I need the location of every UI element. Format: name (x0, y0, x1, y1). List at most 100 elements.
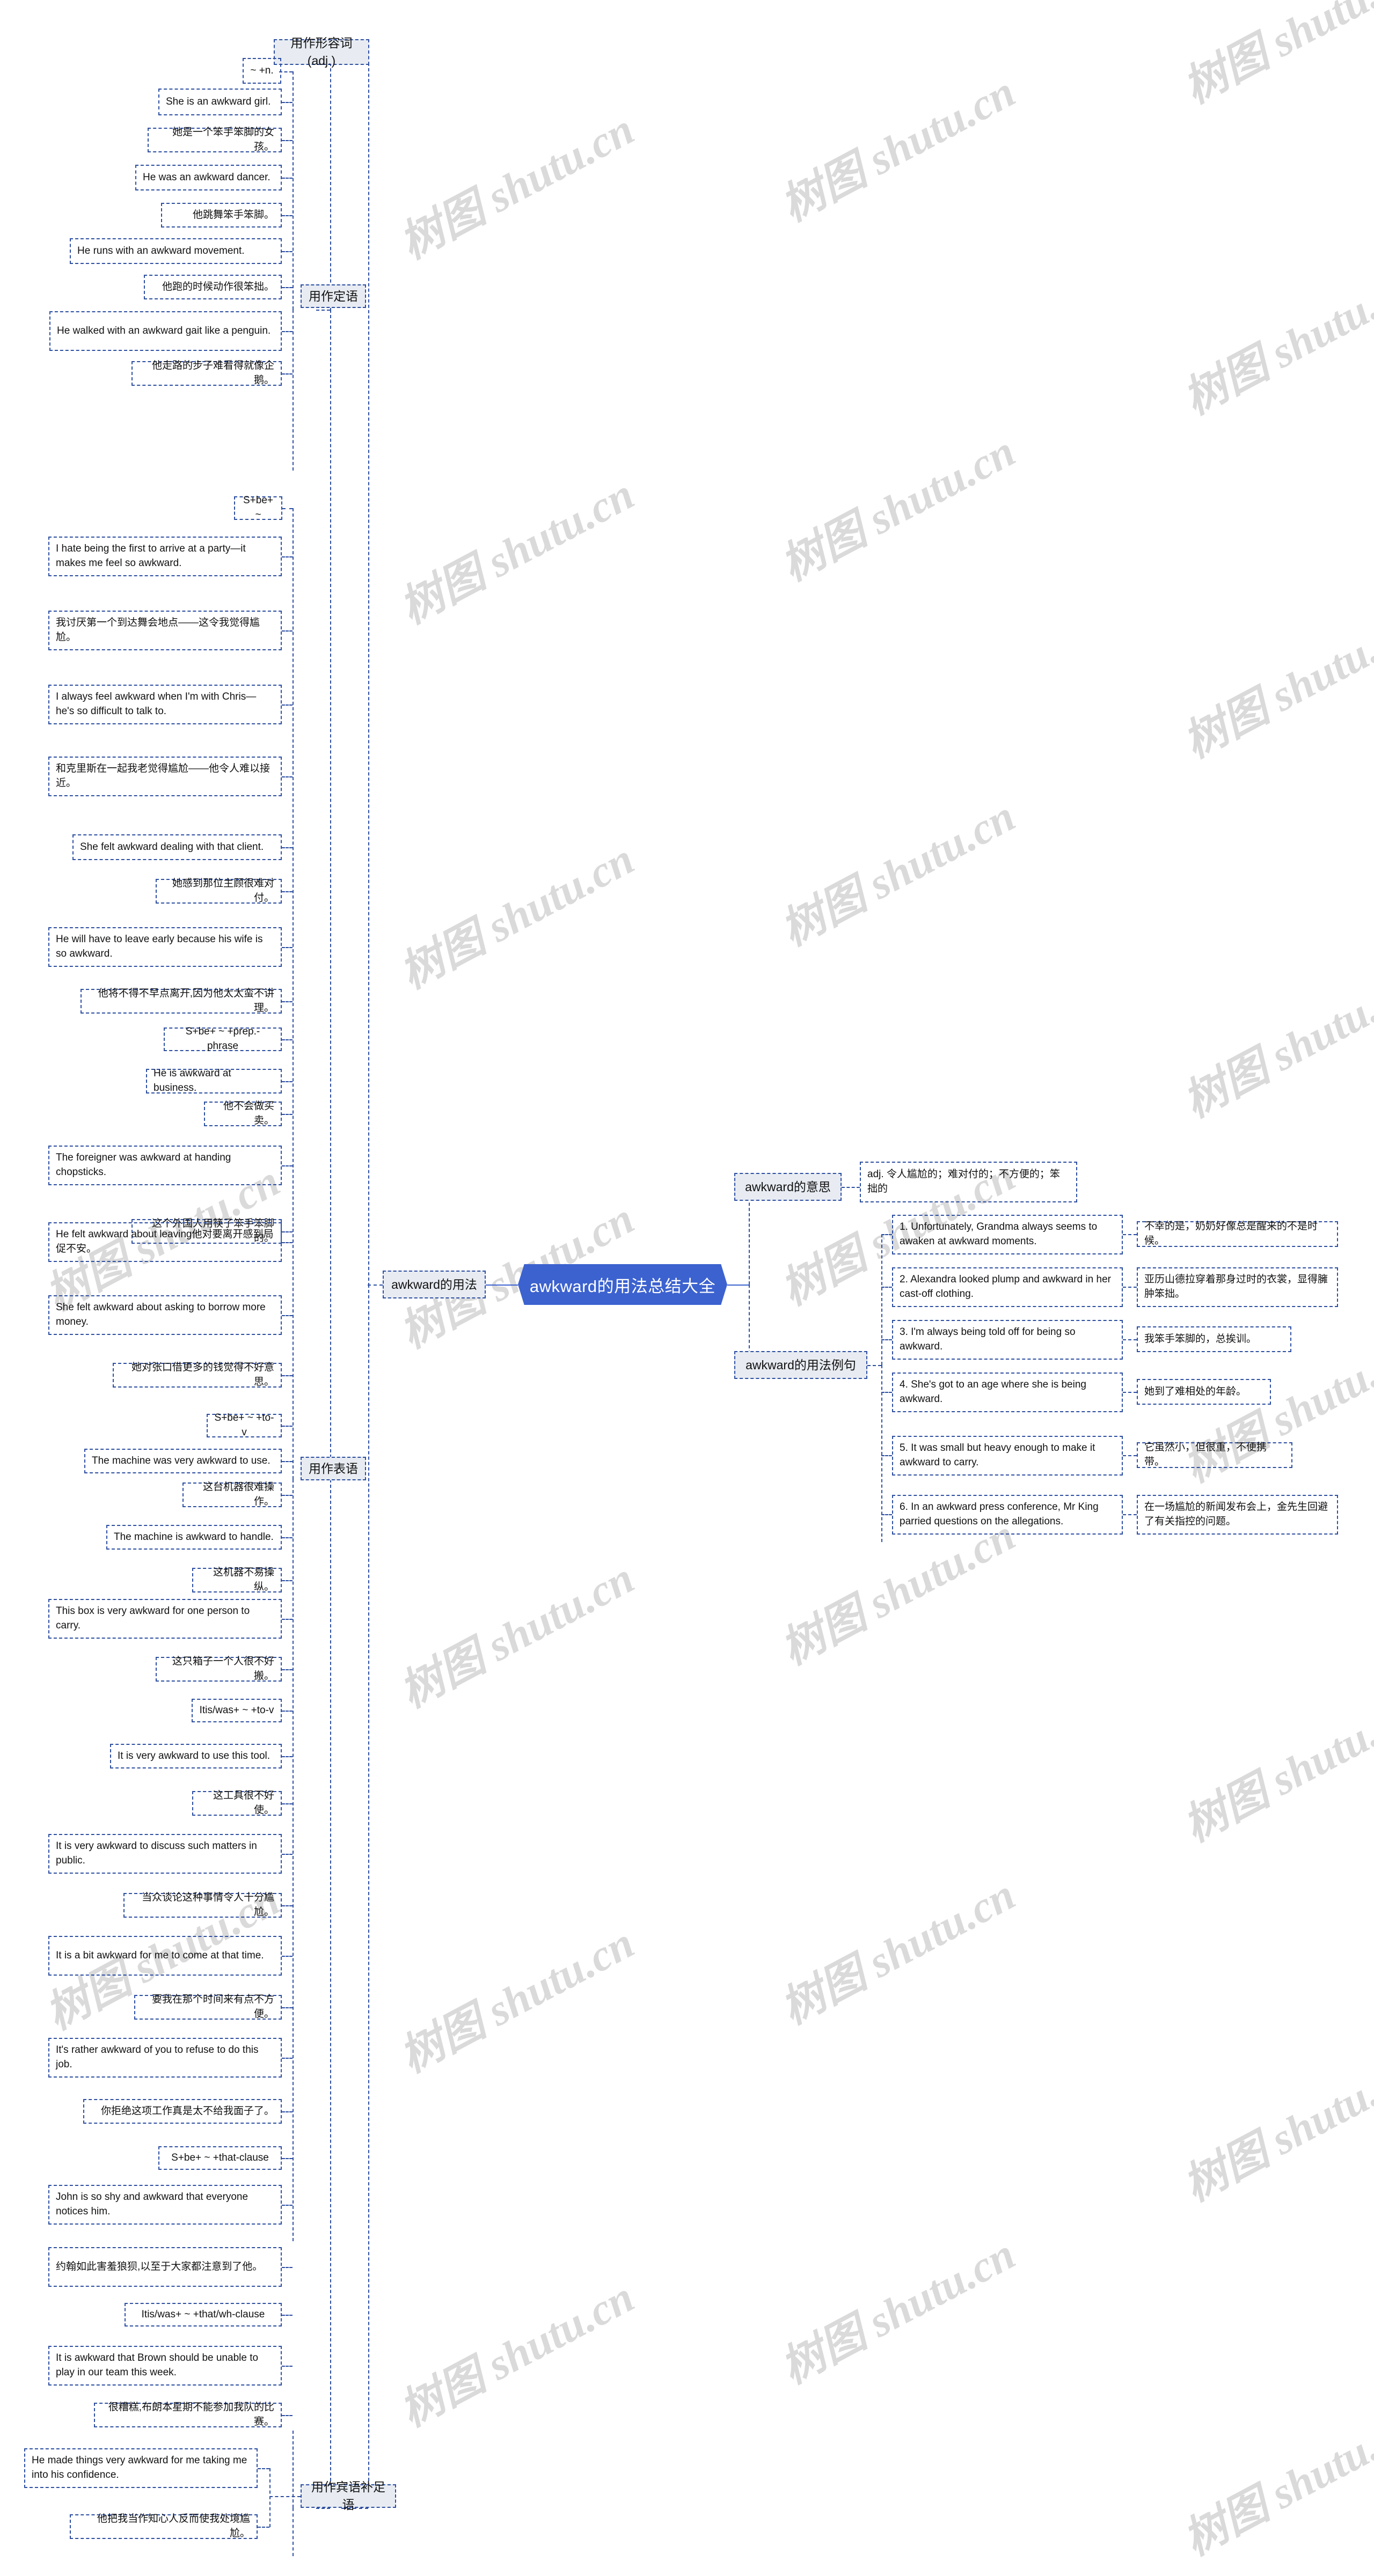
node-sentence-en[interactable]: This box is very awkward for one person … (48, 1599, 282, 1639)
watermark: 树图 shutu.cn (773, 2229, 1023, 2393)
node-sentence-cn[interactable]: 当众谈论这种事情令人十分尴尬。 (123, 1892, 282, 1918)
node-usage-adj[interactable]: 用作形容词(adj.) (274, 36, 369, 68)
connector (282, 947, 293, 948)
node-example-cn[interactable]: 亚历山德拉穿着那身过时的衣裳，显得臃肿笨拙。 (1137, 1267, 1338, 1307)
watermark: 树图 shutu.cn (1175, 2046, 1374, 2211)
node-sentence-cn[interactable]: 要我在那个时间来有点不方便。 (134, 1994, 282, 2020)
node-sentence-en[interactable]: He walked with an awkward gait like a pe… (49, 311, 282, 351)
node-pattern-5[interactable]: Itis/was+ ~ +to-v (192, 1699, 282, 1722)
connector (881, 1234, 882, 1365)
connector (282, 1803, 293, 1804)
node-example-en[interactable]: 1. Unfortunately, Grandma always seems t… (892, 1215, 1123, 1254)
node-sentence-en[interactable]: It is very awkward to discuss such matte… (48, 1834, 282, 1874)
node-sentence-en[interactable]: John is so shy and awkward that everyone… (48, 2185, 282, 2225)
node-sentence-en[interactable]: He felt awkward about leaving他对要离开感到局促不安… (48, 1222, 282, 1262)
connector (293, 71, 294, 310)
node-example-cn[interactable]: 它虽然小，但很重，不便携带。 (1137, 1442, 1292, 1468)
node-sentence-cn[interactable]: 他将不得不早点离开,因为他太太蛮不讲理。 (81, 988, 282, 1014)
watermark: 树图 shutu.cn (392, 1553, 642, 1717)
node-sentence-en[interactable]: It is awkward that Brown should be unabl… (48, 2346, 282, 2386)
connector (1123, 1455, 1137, 1456)
node-example-cn[interactable]: 她到了难相处的年龄。 (1137, 1379, 1271, 1405)
node-example-en[interactable]: 4. She's got to an age where she is bein… (892, 1373, 1123, 1412)
connector (269, 2496, 301, 2497)
node-example-en[interactable]: 3. I'm always being told off for being s… (892, 1320, 1123, 1360)
connector (282, 508, 293, 509)
connector (269, 2468, 271, 2527)
node-sentence-en[interactable]: The machine was very awkward to use. (84, 1449, 282, 1473)
node-pattern-7[interactable]: Itis/was+ ~ +that/wh-clause (125, 2303, 282, 2327)
node-example-cn[interactable]: 我笨手笨脚的，总挨训。 (1137, 1326, 1291, 1352)
node-sentence-en[interactable]: I always feel awkward when I'm with Chri… (48, 685, 282, 724)
node-example-cn[interactable]: 在一场尴尬的新闻发布会上，金先生回避了有关指控的问题。 (1137, 1495, 1338, 1535)
node-sentence-en[interactable]: He was an awkward dancer. (135, 165, 282, 190)
node-sentence-en[interactable]: He will have to leave early because his … (48, 927, 282, 967)
node-example-cn[interactable]: 不幸的是，奶奶好像总是醒来的不是时候。 (1137, 1221, 1338, 1247)
node-sentence-en[interactable]: The foreigner was awkward at handing cho… (48, 1146, 282, 1185)
node-sentence-cn[interactable]: 你拒绝这项工作真是太不给我面子了。 (83, 2099, 282, 2124)
node-sentence-en[interactable]: It's rather awkward of you to refuse to … (48, 2038, 282, 2078)
root-node[interactable]: awkward的用法总结大全 (518, 1264, 727, 1305)
connector-root-left (486, 1285, 518, 1286)
node-sentence-en[interactable]: He runs with an awkward movement. (70, 238, 282, 264)
connector (1123, 1392, 1137, 1393)
node-usage-attributive[interactable]: 用作定语 (301, 284, 366, 308)
node-sentence-en[interactable]: It is a bit awkward for me to come at th… (48, 1936, 282, 1976)
node-usage-object-complement[interactable]: 用作宾语补足语 (301, 2480, 396, 2512)
node-sentence-en[interactable]: It is very awkward to use this tool. (110, 1744, 282, 1768)
connector (282, 1242, 293, 1243)
connector (282, 1001, 293, 1002)
node-branch-left[interactable]: awkward的用法 (383, 1271, 486, 1298)
node-sentence-en[interactable]: She is an awkward girl. (158, 89, 282, 115)
node-sentence-en[interactable]: She felt awkward about asking to borrow … (48, 1295, 282, 1335)
node-sentence-en[interactable]: I hate being the first to arrive at a pa… (48, 537, 282, 576)
node-pattern-3[interactable]: S+be+ ~ +prep.-phrase (164, 1026, 282, 1052)
connector (316, 310, 330, 311)
node-sentence-cn[interactable]: 这工具很不好使。 (192, 1790, 282, 1816)
connector (282, 1375, 293, 1376)
node-sentence-cn[interactable]: 她对张口借更多的钱觉得不好意思。 (113, 1362, 282, 1388)
connector (881, 1514, 892, 1515)
node-sentence-cn[interactable]: 她感到那位主顾很难对付。 (156, 878, 282, 904)
node-sentence-cn[interactable]: 他走路的步子难看得就像企鹅。 (131, 360, 282, 386)
node-example-en[interactable]: 2. Alexandra looked plump and awkward in… (892, 1267, 1123, 1307)
node-sentence-cn[interactable]: 她是一个笨手笨脚的女孩。 (148, 127, 282, 152)
node-pattern-6[interactable]: S+be+ ~ +that-clause (158, 2146, 282, 2170)
node-example-en[interactable]: 5. It was small but heavy enough to make… (892, 1436, 1123, 1476)
node-sentence-en[interactable]: He is awkward at business. (146, 1068, 282, 1093)
node-sentence-cn[interactable]: 这只箱子一个人很不好搬。 (156, 1656, 282, 1682)
node-pattern-4[interactable]: S+be+ ~ +to-v (207, 1412, 282, 1438)
node-sentence-cn[interactable]: 他不会做买卖。 (204, 1100, 282, 1126)
node-sentence-en[interactable]: She felt awkward dealing with that clien… (72, 834, 282, 860)
watermark: 树图 shutu.cn (1175, 963, 1374, 1127)
node-sentence-en[interactable]: The machine is awkward to handle. (106, 1525, 282, 1550)
node-usage-predicative[interactable]: 用作表语 (301, 1457, 366, 1480)
connector (881, 1392, 892, 1393)
watermark: 树图 shutu.cn (773, 67, 1023, 231)
node-sentence-cn[interactable]: 他把我当作知心人反而使我处境尴尬。 (70, 2513, 258, 2539)
node-example-en[interactable]: 6. In an awkward press conference, Mr Ki… (892, 1495, 1123, 1535)
node-branch-examples[interactable]: awkward的用法例句 (734, 1351, 867, 1379)
node-pattern-1[interactable]: ~ +n. (243, 58, 281, 84)
node-sentence-cn[interactable]: 这台机器很难操作。 (182, 1481, 282, 1507)
node-meaning-detail[interactable]: adj. 令人尴尬的；难对付的；不方便的；笨拙的 (860, 1162, 1077, 1202)
node-sentence-cn[interactable]: 他跳舞笨手笨脚。 (161, 203, 282, 227)
connector (881, 1234, 892, 1235)
connector (282, 1854, 293, 1855)
node-sentence-cn[interactable]: 我讨厌第一个到达舞会地点——这令我觉得尴尬。 (48, 611, 282, 650)
connector (282, 373, 293, 375)
connector (330, 52, 331, 310)
node-sentence-cn[interactable]: 这机器不易操纵。 (192, 1567, 282, 1592)
connector (258, 2468, 269, 2469)
connector (293, 310, 294, 471)
node-sentence-cn[interactable]: 和克里斯在一起我老觉得尴尬——他令人难以接近。 (48, 757, 282, 796)
connector-root-right (727, 1285, 749, 1286)
node-sentence-cn[interactable]: 他跑的时候动作很笨拙。 (144, 275, 282, 299)
node-sentence-cn[interactable]: 很糟糕,布朗本星期不能参加我队的比赛。 (94, 2402, 282, 2427)
node-sentence-en[interactable]: He made things very awkward for me takin… (24, 2448, 258, 2488)
connector (867, 1365, 881, 1366)
node-branch-meaning[interactable]: awkward的意思 (734, 1173, 842, 1201)
connector (282, 1711, 293, 1712)
node-pattern-2[interactable]: S+be+ ~ (234, 495, 282, 520)
node-sentence-cn[interactable]: 约翰如此害羞狼狈,以至于大家都注意到了他。 (48, 2247, 282, 2287)
